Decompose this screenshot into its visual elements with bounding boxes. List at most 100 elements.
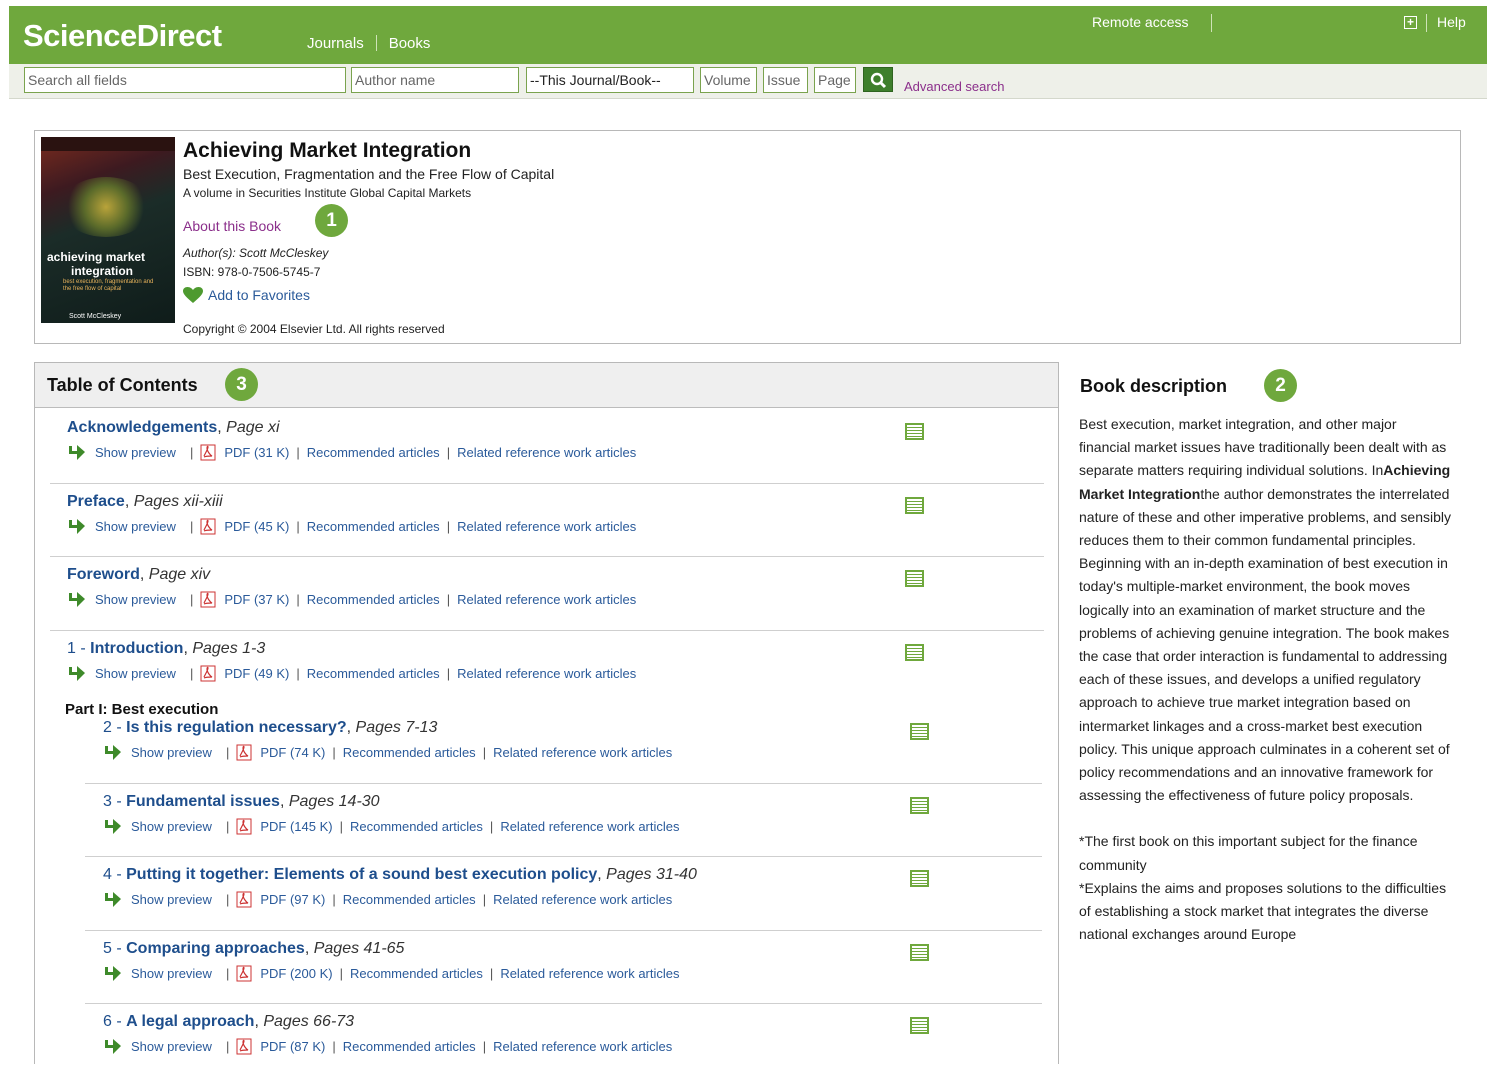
chapter-title-link[interactable]: Acknowledgements bbox=[67, 419, 217, 436]
show-preview-link[interactable]: Show preview bbox=[95, 666, 176, 681]
page-input[interactable]: Page bbox=[814, 67, 856, 93]
show-preview-link[interactable]: Show preview bbox=[95, 592, 176, 607]
nav-books[interactable]: Books bbox=[389, 35, 431, 52]
related-reference-link[interactable]: Related reference work articles bbox=[493, 745, 672, 760]
pdf-link[interactable]: PDF (74 K) bbox=[260, 745, 325, 760]
pdf-icon[interactable] bbox=[200, 518, 216, 535]
toc-entry-title[interactable]: Acknowledgements, Page xi bbox=[67, 419, 280, 437]
remote-access-link[interactable]: Remote access bbox=[1092, 14, 1188, 30]
related-reference-link[interactable]: Related reference work articles bbox=[493, 1039, 672, 1054]
abstract-doc-icon[interactable] bbox=[910, 944, 929, 961]
toc-entry-title[interactable]: 6 - A legal approach, Pages 66-73 bbox=[103, 1013, 354, 1031]
chapter-title-link[interactable]: Putting it together: Elements of a sound… bbox=[126, 866, 597, 883]
related-reference-link[interactable]: Related reference work articles bbox=[500, 819, 679, 834]
show-preview-link[interactable]: Show preview bbox=[131, 966, 212, 981]
toc-entry-title[interactable]: 3 - Fundamental issues, Pages 14-30 bbox=[103, 793, 380, 811]
related-reference-link[interactable]: Related reference work articles bbox=[493, 892, 672, 907]
pdf-link[interactable]: PDF (87 K) bbox=[260, 1039, 325, 1054]
pdf-icon[interactable] bbox=[200, 665, 216, 682]
toc-entry-title[interactable]: Preface, Pages xii-xiii bbox=[67, 493, 223, 511]
show-preview-link[interactable]: Show preview bbox=[131, 1039, 212, 1054]
author-name-input[interactable]: Author name bbox=[351, 67, 519, 93]
related-reference-link[interactable]: Related reference work articles bbox=[457, 666, 636, 681]
recommended-articles-link[interactable]: Recommended articles bbox=[350, 819, 483, 834]
toc-entry-title[interactable]: 4 - Putting it together: Elements of a s… bbox=[103, 866, 697, 884]
chapter-number: 3 - bbox=[103, 793, 127, 810]
volume-input[interactable]: Volume bbox=[700, 67, 757, 93]
chapter-title-link[interactable]: Fundamental issues bbox=[126, 793, 280, 810]
search-button[interactable] bbox=[863, 67, 893, 92]
show-preview-arrow-icon[interactable] bbox=[67, 518, 87, 535]
chapter-title-link[interactable]: A legal approach bbox=[126, 1013, 254, 1030]
recommended-articles-link[interactable]: Recommended articles bbox=[307, 666, 440, 681]
recommended-articles-link[interactable]: Recommended articles bbox=[343, 745, 476, 760]
abstract-doc-icon[interactable] bbox=[910, 1017, 929, 1034]
pdf-icon[interactable] bbox=[236, 1038, 252, 1055]
pdf-link[interactable]: PDF (37 K) bbox=[224, 592, 289, 607]
related-reference-link[interactable]: Related reference work articles bbox=[500, 966, 679, 981]
chapter-title-link[interactable]: Comparing approaches bbox=[126, 940, 305, 957]
issue-input[interactable]: Issue bbox=[763, 67, 808, 93]
abstract-doc-icon[interactable] bbox=[910, 870, 929, 887]
pdf-link[interactable]: PDF (97 K) bbox=[260, 892, 325, 907]
toc-entry-title[interactable]: 5 - Comparing approaches, Pages 41-65 bbox=[103, 940, 404, 958]
show-preview-link[interactable]: Show preview bbox=[131, 892, 212, 907]
toc-entry-title[interactable]: 1 - Introduction, Pages 1-3 bbox=[67, 640, 265, 658]
show-preview-link[interactable]: Show preview bbox=[95, 519, 176, 534]
show-preview-arrow-icon[interactable] bbox=[103, 744, 123, 761]
show-preview-arrow-icon[interactable] bbox=[103, 818, 123, 835]
related-reference-link[interactable]: Related reference work articles bbox=[457, 592, 636, 607]
abstract-doc-icon[interactable] bbox=[910, 723, 929, 740]
show-preview-link[interactable]: Show preview bbox=[131, 745, 212, 760]
recommended-articles-link[interactable]: Recommended articles bbox=[350, 966, 483, 981]
related-reference-link[interactable]: Related reference work articles bbox=[457, 445, 636, 460]
pdf-icon[interactable] bbox=[200, 591, 216, 608]
expand-plus-icon[interactable]: + bbox=[1404, 16, 1417, 29]
recommended-articles-link[interactable]: Recommended articles bbox=[307, 519, 440, 534]
pdf-icon[interactable] bbox=[200, 444, 216, 461]
abstract-doc-icon[interactable] bbox=[905, 570, 924, 587]
abstract-doc-icon[interactable] bbox=[905, 644, 924, 661]
recommended-articles-link[interactable]: Recommended articles bbox=[343, 1039, 476, 1054]
search-all-fields-input[interactable]: Search all fields bbox=[24, 67, 346, 93]
show-preview-arrow-icon[interactable] bbox=[103, 1038, 123, 1055]
add-to-favorites-link[interactable]: Add to Favorites bbox=[183, 287, 310, 303]
help-link[interactable]: Help bbox=[1437, 14, 1466, 30]
pdf-link[interactable]: PDF (49 K) bbox=[224, 666, 289, 681]
sciencedirect-logo[interactable]: ScienceDirect bbox=[23, 18, 222, 54]
chapter-title-link[interactable]: Preface bbox=[67, 493, 125, 510]
toc-divider bbox=[50, 483, 1044, 484]
show-preview-arrow-icon[interactable] bbox=[67, 444, 87, 461]
show-preview-arrow-icon[interactable] bbox=[67, 665, 87, 682]
pdf-icon[interactable] bbox=[236, 891, 252, 908]
journal-book-select[interactable]: --This Journal/Book-- bbox=[526, 67, 694, 93]
recommended-articles-link[interactable]: Recommended articles bbox=[343, 892, 476, 907]
abstract-doc-icon[interactable] bbox=[905, 497, 924, 514]
pdf-icon[interactable] bbox=[236, 818, 252, 835]
recommended-articles-link[interactable]: Recommended articles bbox=[307, 445, 440, 460]
related-reference-link[interactable]: Related reference work articles bbox=[457, 519, 636, 534]
toc-entry-title[interactable]: Foreword, Page xiv bbox=[67, 566, 210, 584]
chapter-title-link[interactable]: Is this regulation necessary? bbox=[126, 719, 347, 736]
show-preview-arrow-icon[interactable] bbox=[103, 891, 123, 908]
show-preview-arrow-icon[interactable] bbox=[67, 591, 87, 608]
pdf-icon[interactable] bbox=[236, 744, 252, 761]
about-this-book-link[interactable]: About this Book bbox=[183, 218, 281, 234]
pdf-link[interactable]: PDF (145 K) bbox=[260, 819, 332, 834]
show-preview-arrow-icon[interactable] bbox=[103, 965, 123, 982]
recommended-articles-link[interactable]: Recommended articles bbox=[307, 592, 440, 607]
abstract-doc-icon[interactable] bbox=[905, 423, 924, 440]
abstract-doc-icon[interactable] bbox=[910, 797, 929, 814]
pdf-link[interactable]: PDF (200 K) bbox=[260, 966, 332, 981]
show-preview-link[interactable]: Show preview bbox=[95, 445, 176, 460]
toc-entry-title[interactable]: 2 - Is this regulation necessary?, Pages… bbox=[103, 719, 437, 737]
pdf-icon[interactable] bbox=[236, 965, 252, 982]
chapter-title-link[interactable]: Introduction bbox=[90, 640, 183, 657]
pdf-link[interactable]: PDF (45 K) bbox=[224, 519, 289, 534]
nav-journals[interactable]: Journals bbox=[307, 35, 364, 52]
toc-entry-actions: Show preview | PDF (87 K) | Recommended arti… bbox=[103, 1038, 672, 1055]
show-preview-link[interactable]: Show preview bbox=[131, 819, 212, 834]
chapter-title-link[interactable]: Foreword bbox=[67, 566, 140, 583]
pdf-link[interactable]: PDF (31 K) bbox=[224, 445, 289, 460]
advanced-search-link[interactable]: Advanced search bbox=[904, 79, 1004, 94]
